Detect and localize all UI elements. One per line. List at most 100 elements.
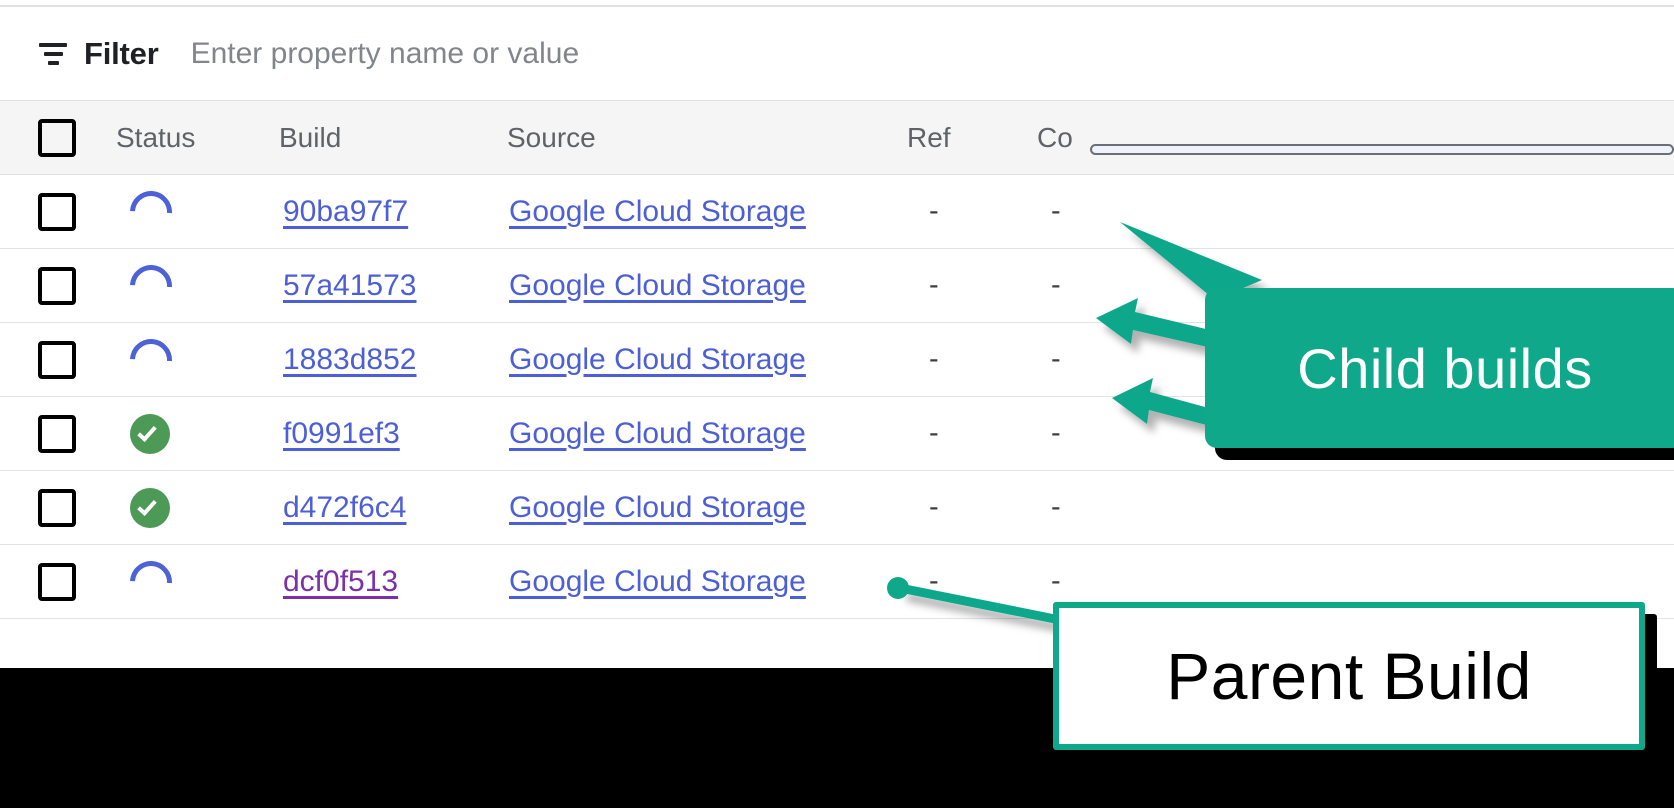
row-commit-cell: - xyxy=(1037,491,1674,524)
row-commit-cell: - xyxy=(1037,269,1674,302)
row-build-cell: 57a41573 xyxy=(279,269,507,303)
row-select-cell[interactable] xyxy=(0,414,114,453)
ref-value: - xyxy=(929,565,939,597)
row-status-cell xyxy=(114,255,279,316)
column-header-ref[interactable]: Ref xyxy=(907,122,1037,154)
row-build-cell: f0991ef3 xyxy=(279,417,507,451)
build-link[interactable]: f0991ef3 xyxy=(283,417,400,451)
filter-icon-bar-3 xyxy=(47,60,59,65)
row-select-cell[interactable] xyxy=(0,192,114,231)
row-ref-cell: - xyxy=(907,417,1037,450)
commit-value: - xyxy=(1051,491,1061,523)
row-status-cell xyxy=(114,487,279,528)
table-row[interactable]: 57a41573 Google Cloud Storage - - xyxy=(0,249,1674,323)
column-header-source[interactable]: Source xyxy=(507,122,907,154)
table-row[interactable]: d472f6c4 Google Cloud Storage - - xyxy=(0,471,1674,545)
check-circle-icon xyxy=(130,487,170,528)
ref-value: - xyxy=(929,343,939,375)
row-status-cell xyxy=(114,329,279,390)
filter-label: Filter xyxy=(84,35,159,71)
commit-value: - xyxy=(1051,195,1061,227)
row-ref-cell: - xyxy=(907,195,1037,228)
row-checkbox[interactable] xyxy=(38,340,76,379)
row-commit-cell: - xyxy=(1037,195,1674,228)
column-header-status-label: Status xyxy=(116,121,196,153)
ref-value: - xyxy=(929,491,939,523)
row-ref-cell: - xyxy=(907,565,1037,598)
row-select-cell[interactable] xyxy=(0,562,114,601)
commit-value: - xyxy=(1051,343,1061,375)
row-source-cell: Google Cloud Storage xyxy=(507,565,907,599)
column-header-build-label: Build xyxy=(279,121,342,153)
row-checkbox[interactable] xyxy=(38,488,76,527)
commit-value: - xyxy=(1051,269,1061,301)
build-link[interactable]: dcf0f513 xyxy=(283,565,398,599)
row-build-cell: 1883d852 xyxy=(279,343,507,377)
row-status-cell xyxy=(114,551,279,612)
row-ref-cell: - xyxy=(907,491,1037,524)
row-checkbox[interactable] xyxy=(38,562,76,601)
column-header-ref-label: Ref xyxy=(907,121,951,153)
row-commit-cell: - xyxy=(1037,565,1674,598)
column-header-build[interactable]: Build xyxy=(279,122,507,154)
ref-value: - xyxy=(929,417,939,449)
row-source-cell: Google Cloud Storage xyxy=(507,195,907,229)
build-link[interactable]: 90ba97f7 xyxy=(283,195,408,229)
row-commit-cell: - xyxy=(1037,417,1674,450)
column-header-source-label: Source xyxy=(507,121,596,153)
row-checkbox[interactable] xyxy=(38,266,76,305)
table-row[interactable]: 1883d852 Google Cloud Storage - - xyxy=(0,323,1674,397)
select-all-cell[interactable] xyxy=(0,118,114,157)
source-link[interactable]: Google Cloud Storage xyxy=(509,343,806,377)
filter-bar: Filter xyxy=(0,7,1674,101)
filter-icon-bar-1 xyxy=(39,42,67,47)
row-source-cell: Google Cloud Storage xyxy=(507,269,907,303)
page-background-fill xyxy=(0,668,1674,808)
commit-value: - xyxy=(1051,417,1061,449)
row-build-cell: dcf0f513 xyxy=(279,565,507,599)
ref-value: - xyxy=(929,269,939,301)
table-row[interactable]: 90ba97f7 Google Cloud Storage - - xyxy=(0,175,1674,249)
column-header-commit-label: Co xyxy=(1037,121,1073,153)
build-history-page: Filter Status Build Source Ref Co xyxy=(0,0,1674,808)
source-link[interactable]: Google Cloud Storage xyxy=(509,269,806,303)
source-link[interactable]: Google Cloud Storage xyxy=(509,195,806,229)
build-link[interactable]: 1883d852 xyxy=(283,343,416,377)
row-status-cell xyxy=(114,413,279,454)
table-row[interactable]: dcf0f513 Google Cloud Storage - - xyxy=(0,545,1674,619)
row-checkbox[interactable] xyxy=(38,414,76,453)
row-ref-cell: - xyxy=(907,343,1037,376)
source-link[interactable]: Google Cloud Storage xyxy=(509,565,806,599)
builds-table: Status Build Source Ref Co 90ba97f7 Goog… xyxy=(0,101,1674,619)
row-select-cell[interactable] xyxy=(0,340,114,379)
filter-icon-bar-2 xyxy=(43,51,63,56)
row-select-cell[interactable] xyxy=(0,488,114,527)
row-source-cell: Google Cloud Storage xyxy=(507,343,907,377)
source-link[interactable]: Google Cloud Storage xyxy=(509,491,806,525)
commit-value: - xyxy=(1051,565,1061,597)
row-status-cell xyxy=(114,181,279,242)
check-circle-icon xyxy=(130,413,170,454)
filter-input[interactable] xyxy=(190,36,1674,71)
row-select-cell[interactable] xyxy=(0,266,114,305)
table-header-row: Status Build Source Ref Co xyxy=(0,101,1674,175)
build-link[interactable]: 57a41573 xyxy=(283,269,416,303)
column-header-status[interactable]: Status xyxy=(114,122,279,154)
row-ref-cell: - xyxy=(907,269,1037,302)
row-checkbox[interactable] xyxy=(38,192,76,231)
spinner-icon xyxy=(121,551,181,612)
table-row[interactable]: f0991ef3 Google Cloud Storage - - xyxy=(0,397,1674,471)
source-link[interactable]: Google Cloud Storage xyxy=(509,417,806,451)
row-build-cell: d472f6c4 xyxy=(279,491,507,525)
ref-value: - xyxy=(929,195,939,227)
row-source-cell: Google Cloud Storage xyxy=(507,491,907,525)
spinner-icon xyxy=(121,329,181,390)
select-all-checkbox[interactable] xyxy=(38,118,76,157)
row-source-cell: Google Cloud Storage xyxy=(507,417,907,451)
spinner-icon xyxy=(121,255,181,316)
spinner-icon xyxy=(121,181,181,242)
horizontal-scrollbar[interactable] xyxy=(1090,144,1674,155)
build-link[interactable]: d472f6c4 xyxy=(283,491,406,525)
filter-icon[interactable] xyxy=(38,41,68,67)
row-build-cell: 90ba97f7 xyxy=(279,195,507,229)
